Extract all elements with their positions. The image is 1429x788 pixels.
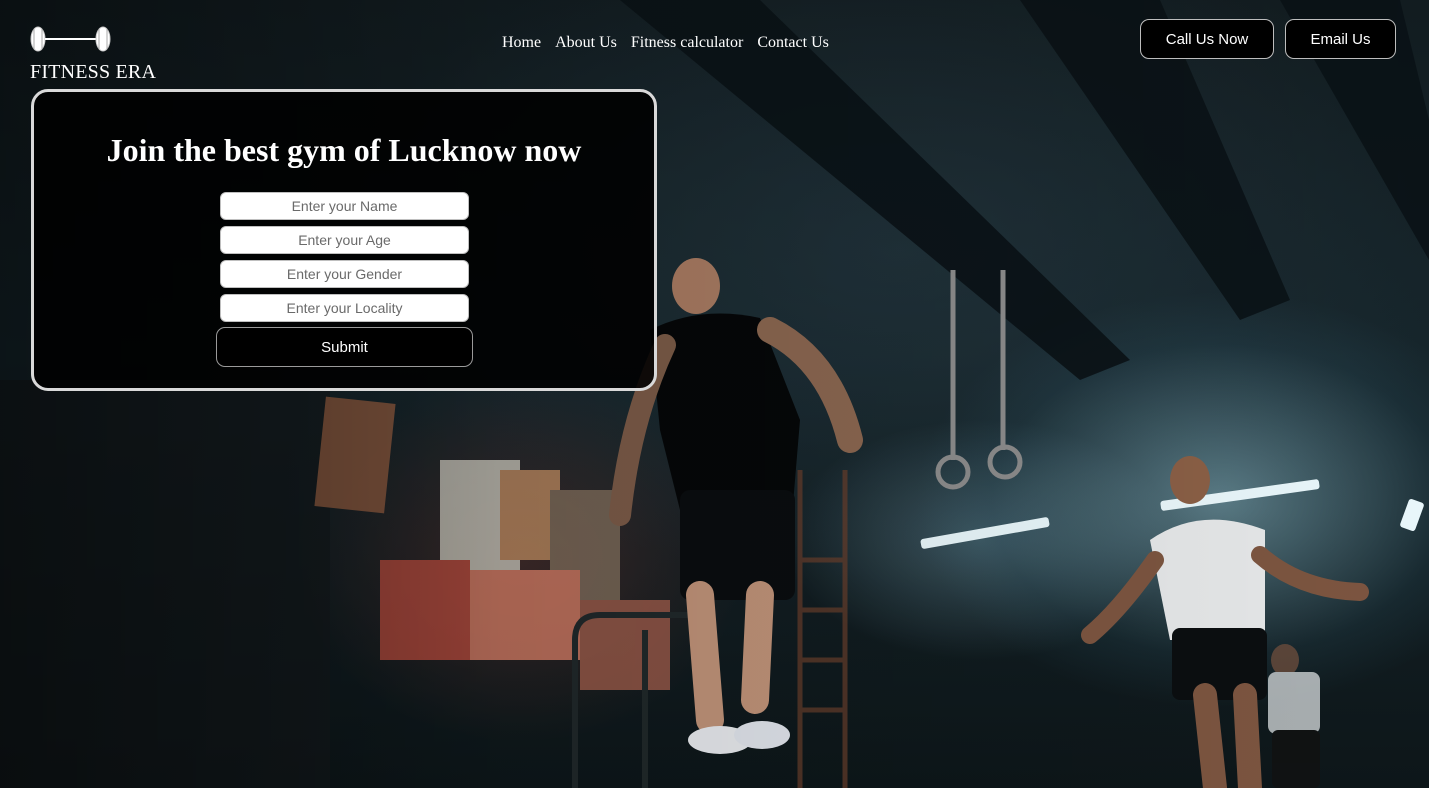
main-nav: Home About Us Fitness calculator Contact… bbox=[502, 34, 829, 52]
locality-input[interactable] bbox=[220, 294, 469, 322]
nav-home[interactable]: Home bbox=[502, 34, 541, 52]
email-us-button[interactable]: Email Us bbox=[1285, 19, 1396, 59]
brand-name: FITNESS ERA bbox=[30, 61, 157, 83]
dumbbell-icon bbox=[30, 26, 111, 52]
brand-logo[interactable]: FITNESS ERA bbox=[30, 26, 160, 86]
submit-button[interactable]: Submit bbox=[216, 327, 473, 367]
nav-contact-us[interactable]: Contact Us bbox=[757, 34, 829, 52]
nav-fitness-calculator[interactable]: Fitness calculator bbox=[631, 34, 743, 52]
landing-page: FITNESS ERA Home About Us Fitness calcul… bbox=[0, 0, 1429, 788]
age-input[interactable] bbox=[220, 226, 469, 254]
join-form-card: Join the best gym of Lucknow now Submit bbox=[31, 89, 657, 391]
gender-input[interactable] bbox=[220, 260, 469, 288]
nav-about-us[interactable]: About Us bbox=[555, 34, 617, 52]
call-us-now-button[interactable]: Call Us Now bbox=[1140, 19, 1274, 59]
join-form-title: Join the best gym of Lucknow now bbox=[106, 132, 582, 168]
name-input[interactable] bbox=[220, 192, 469, 220]
